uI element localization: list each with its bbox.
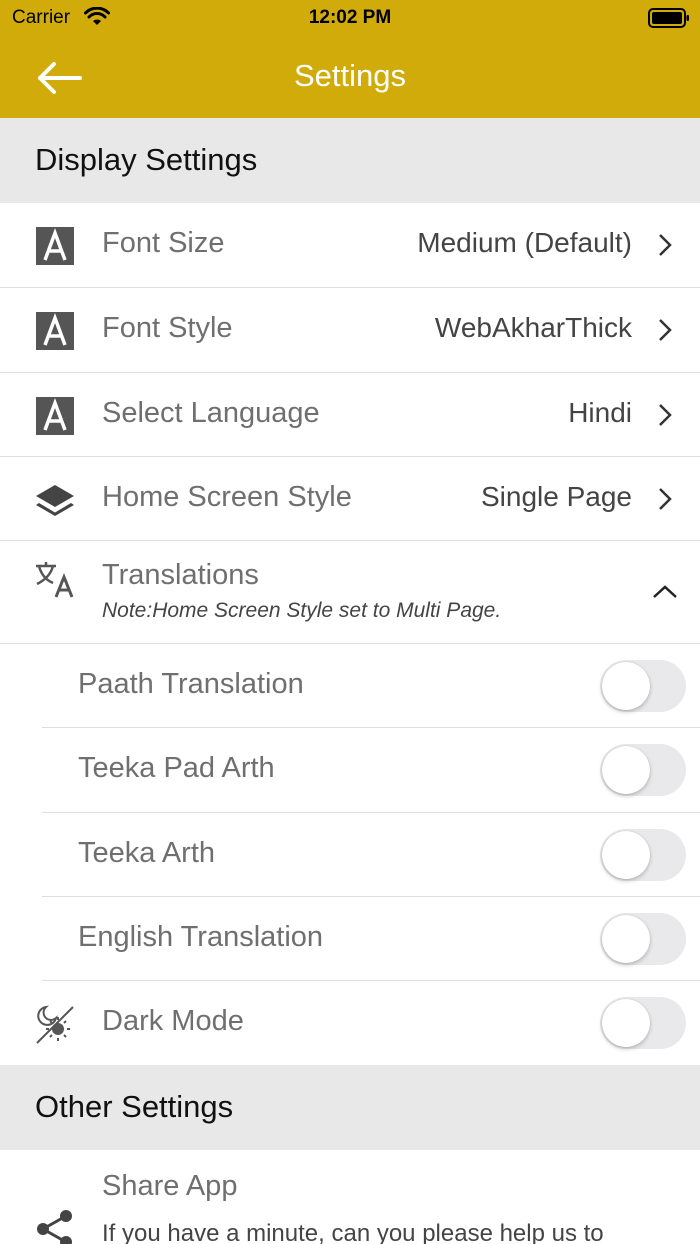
status-bar: Carrier 12:02 PM bbox=[0, 0, 700, 36]
teeka-pad-arth-row: Teeka Pad Arth bbox=[0, 728, 700, 812]
font-letter-icon bbox=[34, 225, 76, 267]
share-app-description: If you have a minute, can you please hel… bbox=[102, 1220, 604, 1244]
english-translation-row: English Translation bbox=[0, 897, 700, 981]
language-row[interactable]: Select Language Hindi bbox=[0, 373, 700, 457]
chevron-right-icon bbox=[658, 487, 672, 511]
chevron-right-icon bbox=[658, 403, 672, 427]
dark-mode-icon bbox=[34, 1003, 76, 1045]
font-style-row[interactable]: Font Style WebAkharThick bbox=[0, 288, 700, 372]
share-app-label: Share App bbox=[102, 1170, 238, 1202]
font-style-value: WebAkharThick bbox=[434, 312, 632, 343]
chevron-right-icon bbox=[658, 318, 672, 342]
paath-translation-toggle[interactable] bbox=[600, 660, 686, 712]
share-app-row[interactable]: Share App If you have a minute, can you … bbox=[0, 1150, 700, 1244]
home-screen-style-value: Single Page bbox=[480, 481, 632, 512]
english-translation-toggle[interactable] bbox=[600, 913, 686, 965]
status-time: 12:02 PM bbox=[308, 7, 392, 28]
font-letter-icon bbox=[34, 310, 76, 352]
section-header-other: Other Settings bbox=[0, 1065, 700, 1150]
language-label: Select Language bbox=[102, 397, 320, 429]
dark-mode-row: Dark Mode bbox=[0, 981, 700, 1065]
font-style-label: Font Style bbox=[102, 312, 233, 344]
home-screen-style-label: Home Screen Style bbox=[102, 481, 352, 513]
translations-label: Translations bbox=[102, 559, 259, 591]
english-translation-label: English Translation bbox=[78, 921, 324, 953]
section-header-display: Display Settings bbox=[0, 118, 700, 203]
layers-icon bbox=[34, 479, 76, 521]
dark-mode-label: Dark Mode bbox=[102, 1005, 244, 1037]
dark-mode-toggle[interactable] bbox=[600, 997, 686, 1049]
font-size-label: Font Size bbox=[102, 227, 225, 259]
font-letter-icon bbox=[34, 395, 76, 437]
font-size-value: Medium (Default) bbox=[417, 227, 632, 258]
section-title: Display Settings bbox=[35, 142, 258, 177]
translations-row[interactable]: Translations Note:Home Screen Style set … bbox=[0, 541, 700, 643]
font-size-row[interactable]: Font Size Medium (Default) bbox=[0, 203, 700, 287]
paath-translation-label: Paath Translation bbox=[78, 668, 304, 700]
teeka-arth-row: Teeka Arth bbox=[0, 813, 700, 897]
translate-icon bbox=[34, 559, 76, 601]
teeka-arth-label: Teeka Arth bbox=[78, 837, 216, 869]
paath-translation-row: Paath Translation bbox=[0, 644, 700, 728]
battery-icon bbox=[648, 8, 690, 33]
chevron-right-icon bbox=[658, 233, 672, 257]
page-title: Settings bbox=[293, 58, 406, 93]
nav-bar: Settings bbox=[0, 36, 700, 118]
share-icon bbox=[34, 1208, 76, 1244]
section-title: Other Settings bbox=[35, 1089, 234, 1124]
teeka-pad-arth-toggle[interactable] bbox=[600, 744, 686, 796]
translations-note: Note:Home Screen Style set to Multi Page… bbox=[102, 599, 502, 622]
home-screen-style-row[interactable]: Home Screen Style Single Page bbox=[0, 457, 700, 541]
language-value: Hindi bbox=[568, 397, 632, 428]
teeka-pad-arth-label: Teeka Pad Arth bbox=[78, 752, 275, 784]
teeka-arth-toggle[interactable] bbox=[600, 829, 686, 881]
chevron-up-icon bbox=[652, 585, 678, 604]
